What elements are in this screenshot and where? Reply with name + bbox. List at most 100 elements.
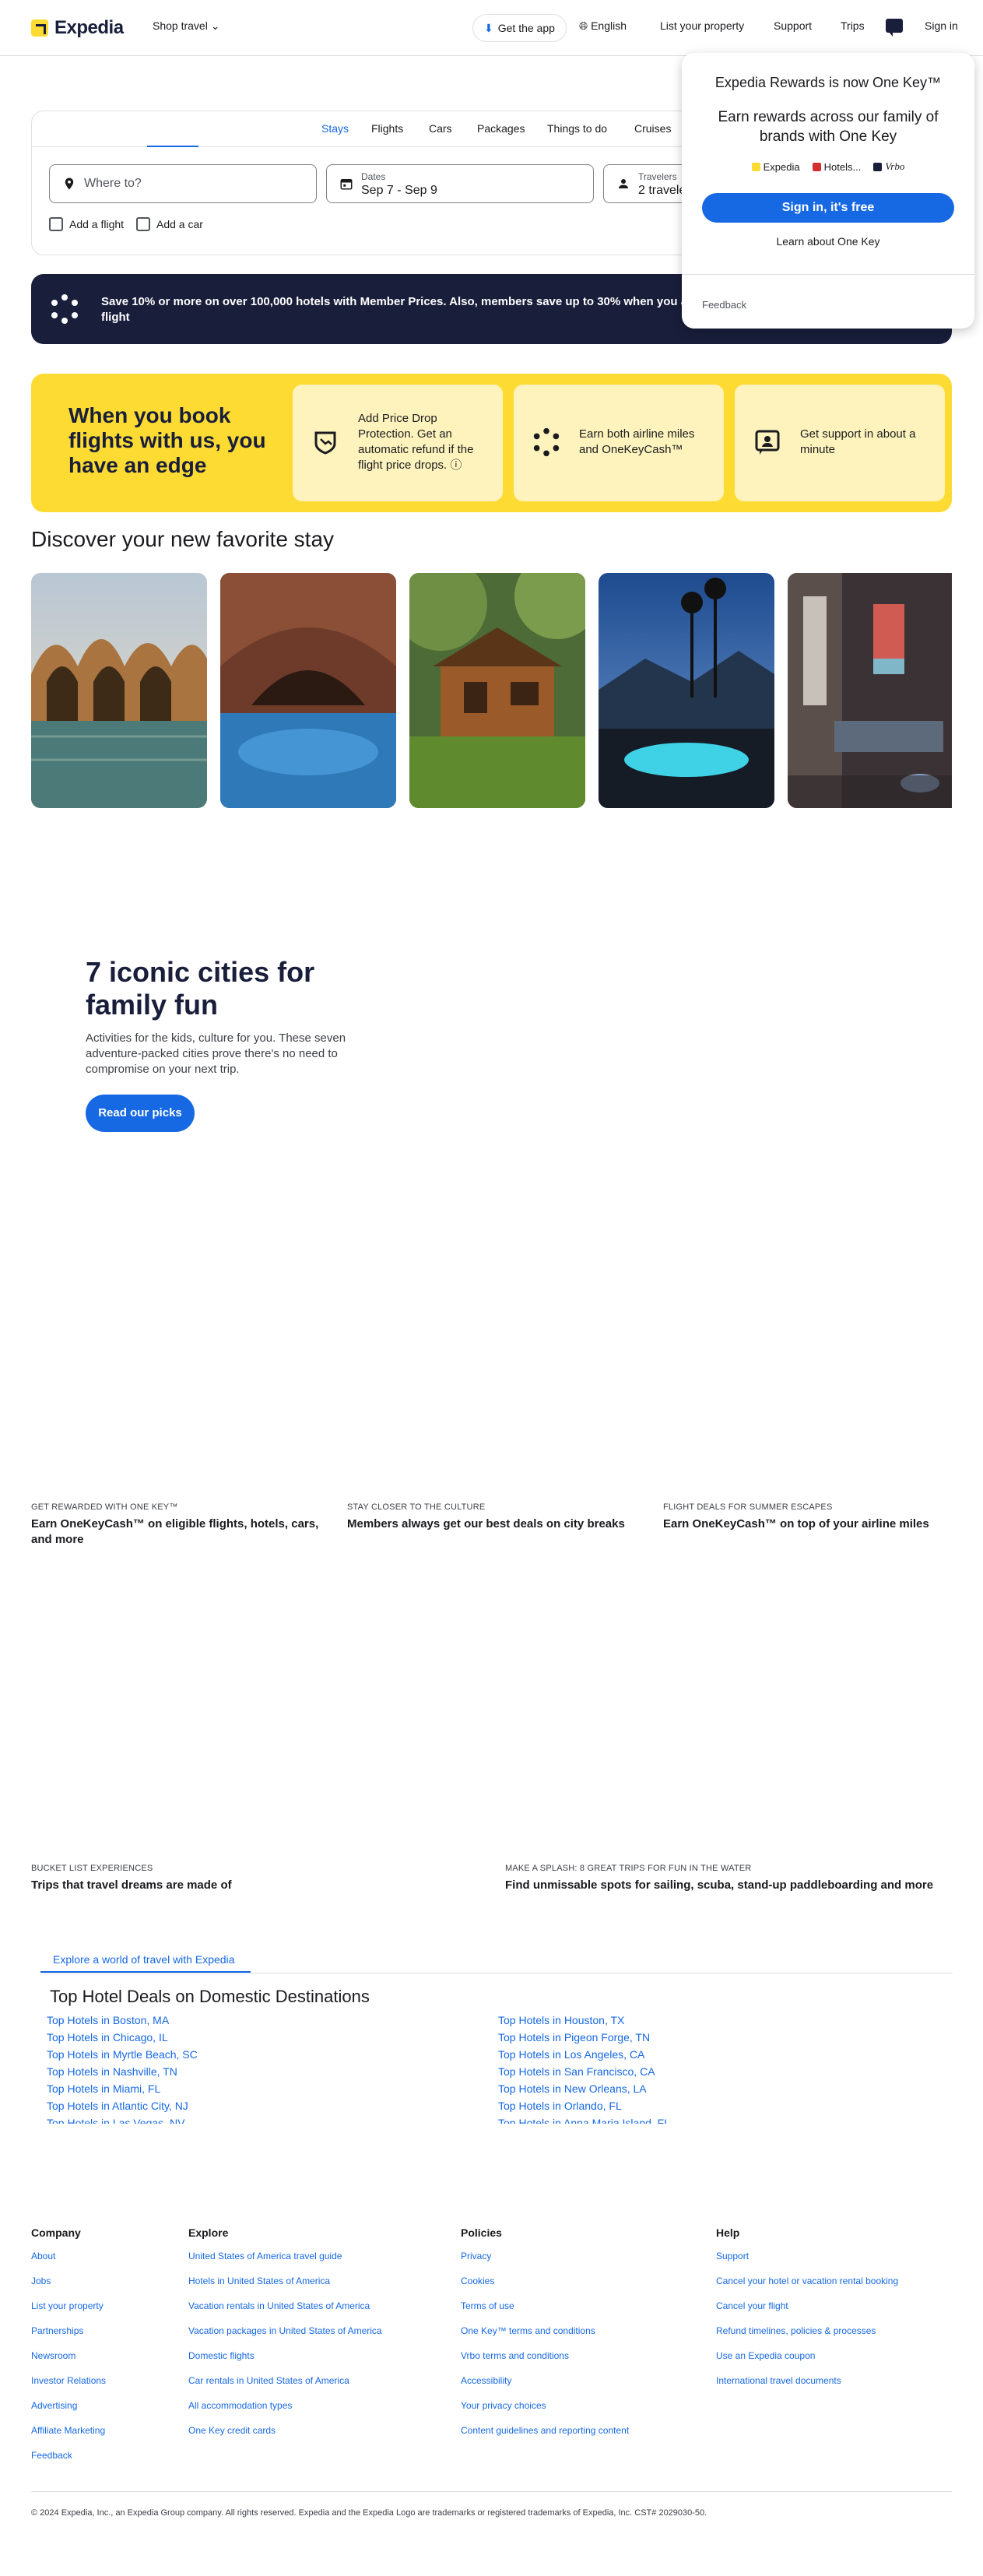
footer-heading: Help <box>716 2226 740 2239</box>
explore-world-tab[interactable]: Explore a world of travel with Expedia <box>40 1946 251 1973</box>
footer-link[interactable]: About <box>31 2250 106 2262</box>
hotel-deal-link[interactable]: Top Hotels in Pigeon Forge, TN <box>498 2029 934 2046</box>
footer-link[interactable]: Accessibility <box>461 2374 629 2387</box>
stay-photo-desert-pool[interactable] <box>31 573 207 808</box>
hotel-deal-link[interactable]: Top Hotels in Los Angeles, CA <box>498 2046 934 2063</box>
feature-title: Earn OneKeyCash™ on top of your airline … <box>663 1517 929 1530</box>
language-label: English <box>591 19 627 32</box>
hotel-deal-link[interactable]: Top Hotels in San Francisco, CA <box>498 2063 934 2080</box>
footer-link[interactable]: Support <box>716 2250 898 2262</box>
footer-link[interactable]: Jobs <box>31 2275 106 2287</box>
footer-link[interactable]: Hotels in United States of America <box>188 2275 382 2287</box>
feature-card[interactable]: MAKE A SPLASH: 8 GREAT TRIPS FOR FUN IN … <box>505 1864 957 1893</box>
stay-photo-cabin[interactable] <box>409 573 585 808</box>
trips-link[interactable]: Trips <box>841 19 865 32</box>
tab-flights[interactable]: Flights <box>371 122 403 135</box>
read-picks-button[interactable]: Read our picks <box>86 1095 195 1132</box>
footer-link[interactable]: Advertising <box>31 2399 106 2412</box>
footer-link[interactable]: Cancel your flight <box>716 2300 898 2312</box>
footer-link[interactable]: Cancel your hotel or vacation rental boo… <box>716 2275 898 2287</box>
language-selector[interactable]: 🌐︎ English <box>579 19 627 33</box>
footer-link[interactable]: Terms of use <box>461 2300 629 2312</box>
hotel-deal-link[interactable]: Top Hotels in Boston, MA <box>47 2012 483 2029</box>
travelers-value: 2 travele <box>638 184 686 197</box>
hotel-deal-link[interactable]: Top Hotels in Las Vegas, NV <box>47 2114 483 2124</box>
footer-link[interactable]: Vrbo terms and conditions <box>461 2349 629 2362</box>
tab-cruises[interactable]: Cruises <box>634 122 671 135</box>
hotel-deals-left-list: Top Hotels in Boston, MA Top Hotels in C… <box>47 2012 483 2124</box>
footer-link[interactable]: Vacation packages in United States of Am… <box>188 2325 382 2337</box>
family-fun-hero: 7 iconic cities for family fun Activitie… <box>86 956 366 1077</box>
logo-text: Expedia <box>54 17 124 38</box>
footer-link[interactable]: United States of America travel guide <box>188 2250 382 2262</box>
footer-link[interactable]: Privacy <box>461 2250 629 2262</box>
support-link[interactable]: Support <box>774 19 812 32</box>
tab-packages[interactable]: Packages <box>477 122 525 135</box>
hero-body: Activities for the kids, culture for you… <box>86 1031 346 1076</box>
footer-link[interactable]: One Key credit cards <box>188 2424 382 2437</box>
feature-card[interactable]: GET REWARDED WITH ONE KEY™ Earn OneKeyCa… <box>31 1502 342 1548</box>
hotel-deal-link[interactable]: Top Hotels in Myrtle Beach, SC <box>47 2046 483 2063</box>
add-car-checkbox[interactable]: Add a car <box>136 217 203 231</box>
list-property-link[interactable]: List your property <box>660 19 744 32</box>
feedback-link[interactable]: Feedback <box>702 299 746 311</box>
popup-title: Expedia Rewards is now One Key™ <box>714 75 942 90</box>
learn-one-key-link[interactable]: Learn about One Key <box>682 235 974 248</box>
dates-field[interactable]: Dates Sep 7 - Sep 9 <box>326 164 594 203</box>
footer-link[interactable]: Newsroom <box>31 2349 106 2362</box>
footer-link[interactable]: List your property <box>31 2300 106 2312</box>
feature-card[interactable]: FLIGHT DEALS FOR SUMMER ESCAPES Earn One… <box>663 1502 974 1532</box>
footer-link[interactable]: Domestic flights <box>188 2349 382 2362</box>
sign-in-link[interactable]: Sign in <box>925 19 958 32</box>
shop-travel-menu[interactable]: Shop travel ⌄ <box>153 19 219 33</box>
feature-kicker: MAKE A SPLASH: 8 GREAT TRIPS FOR FUN IN … <box>505 1864 752 1873</box>
footer-link[interactable]: One Key™ terms and conditions <box>461 2325 629 2337</box>
footer-link[interactable]: Use an Expedia coupon <box>716 2349 898 2362</box>
footer-link[interactable]: Vacation rentals in United States of Ame… <box>188 2300 382 2312</box>
add-flight-checkbox[interactable]: Add a flight <box>49 217 124 231</box>
sign-in-free-button[interactable]: Sign in, it's free <box>702 193 954 223</box>
footer-link[interactable]: All accommodation types <box>188 2399 382 2412</box>
active-tab-indicator <box>147 146 198 147</box>
footer-link[interactable]: Investor Relations <box>31 2374 106 2387</box>
feature-card[interactable]: STAY CLOSER TO THE CULTURE Members alway… <box>347 1502 658 1532</box>
feature-title: Earn OneKeyCash™ on eligible flights, ho… <box>31 1517 319 1546</box>
flights-edge-section: When you book flights with us, you have … <box>31 374 952 512</box>
hotel-deal-link[interactable]: Top Hotels in Nashville, TN <box>47 2063 483 2080</box>
footer-link[interactable]: Feedback <box>31 2449 106 2462</box>
destination-field[interactable]: Where to? <box>49 164 317 203</box>
hotel-deal-link[interactable]: Top Hotels in Atlantic City, NJ <box>47 2097 483 2114</box>
chevron-down-icon: ⌄ <box>210 19 220 32</box>
feature-card[interactable]: BUCKET LIST EXPERIENCES Trips that trave… <box>31 1864 483 1893</box>
hotel-deal-link[interactable]: Top Hotels in Orlando, FL <box>498 2097 934 2114</box>
stay-photo-hot-tub[interactable] <box>599 573 774 808</box>
footer-link[interactable]: Cookies <box>461 2275 629 2287</box>
get-app-button[interactable]: ⬇ Get the app <box>472 14 567 42</box>
hotel-deal-link[interactable]: Top Hotels in Miami, FL <box>47 2080 483 2097</box>
expedia-brand: Expedia <box>751 161 800 173</box>
stay-photo-living-room[interactable] <box>788 573 964 808</box>
hotel-deal-link[interactable]: Top Hotels in New Orleans, LA <box>498 2080 934 2097</box>
footer-link[interactable]: Car rentals in United States of America <box>188 2374 382 2387</box>
footer-link[interactable]: International travel documents <box>716 2374 898 2387</box>
stay-photo-indoor-pool[interactable] <box>220 573 396 808</box>
tab-cars[interactable]: Cars <box>429 122 452 135</box>
checkbox-box[interactable] <box>49 217 63 231</box>
info-icon[interactable]: ⓘ <box>450 459 462 472</box>
tab-stays[interactable]: Stays <box>321 122 349 135</box>
footer-link[interactable]: Refund timelines, policies & processes <box>716 2325 898 2337</box>
edge-title: When you book flights with us, you have … <box>68 403 266 477</box>
messages-icon[interactable] <box>886 19 903 37</box>
footer-link[interactable]: Affiliate Marketing <box>31 2424 106 2437</box>
footer-link[interactable]: Partnerships <box>31 2325 106 2337</box>
hotel-deal-link[interactable]: Top Hotels in Houston, TX <box>498 2012 934 2029</box>
hotel-deal-link[interactable]: Top Hotels in Chicago, IL <box>47 2029 483 2046</box>
hotel-deal-link[interactable]: Top Hotels in Anna Maria Island, FL <box>498 2114 934 2124</box>
footer-link[interactable]: Your privacy choices <box>461 2399 629 2412</box>
vrbo-logo-icon <box>873 162 883 171</box>
checkbox-box[interactable] <box>136 217 150 231</box>
tab-things-to-do[interactable]: Things to do <box>547 122 607 135</box>
footer-link[interactable]: Content guidelines and reporting content <box>461 2424 629 2437</box>
popup-subtitle: Earn rewards across our family of brands… <box>718 109 939 145</box>
expedia-logo[interactable]: Expedia <box>31 17 124 39</box>
